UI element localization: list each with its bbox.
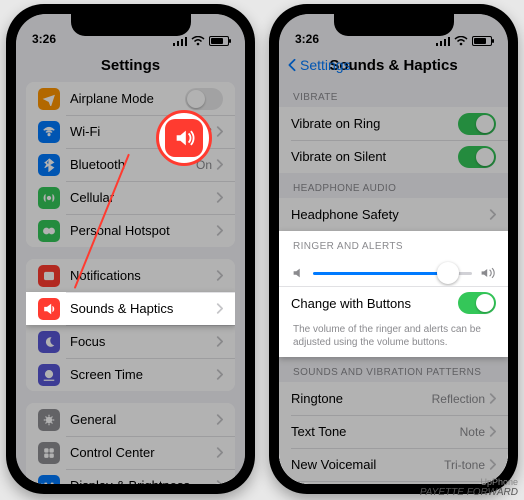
group-general: General Control Center AA Display & Brig… [26,403,235,484]
clock: 3:26 [295,32,319,46]
focus-icon [38,331,60,353]
group-network: Airplane Mode Wi-Fi 778 Bluetooth On [26,82,235,247]
group-headphone: Headphone Safety [279,198,508,231]
phone-right: 3:26 Settings Sounds & Haptics VIBRATE [269,4,518,494]
row-headphone-safety[interactable]: Headphone Safety [279,198,508,231]
chevron-left-icon [287,58,297,72]
row-general[interactable]: General [26,403,235,436]
display-icon: AA [38,475,60,485]
footer-ringer: The volume of the ringer and alerts can … [279,319,508,357]
row-text-tone[interactable]: Text Tone Note [279,415,508,448]
nav-title-left: Settings [16,48,245,82]
group-patterns: Ringtone Reflection Text Tone Note New V… [279,382,508,484]
gear-icon [38,409,60,431]
row-vibrate-on-ring[interactable]: Vibrate on Ring [279,107,508,140]
vibrate-silent-toggle[interactable] [458,146,496,168]
row-change-with-buttons[interactable]: Change with Buttons [279,286,508,319]
cell-signal-icon [173,36,187,46]
header-patterns: SOUNDS AND VIBRATION PATTERNS [279,357,508,382]
wifi-app-icon [38,121,60,143]
row-focus[interactable]: Focus [26,325,235,358]
row-ringtone[interactable]: Ringtone Reflection [279,382,508,415]
header-headphone: HEADPHONE AUDIO [279,173,508,198]
row-airplane-mode[interactable]: Airplane Mode [26,82,235,115]
header-vibrate: VIBRATE [279,82,508,107]
back-button[interactable]: Settings [287,48,351,82]
phone-left: 3:26 Settings Airplane Mode [6,4,255,494]
status-indicators [173,36,229,46]
sounds-haptics-list: VIBRATE Vibrate on Ring Vibrate on Silen… [279,82,508,484]
speaker-callout-icon [165,119,203,157]
page-title: Settings [101,57,160,74]
chevron-right-icon [216,336,223,347]
cellular-icon [38,187,60,209]
screen-right: 3:26 Settings Sounds & Haptics VIBRATE [279,14,508,484]
row-notifications[interactable]: Notifications [26,259,235,292]
chevron-right-icon [216,126,223,137]
chevron-right-icon [216,447,223,458]
nav-title-right: Settings Sounds & Haptics [279,48,508,82]
callout-badge [156,110,212,166]
slider-thumb[interactable] [437,262,459,284]
chevron-right-icon [489,459,496,470]
notch [71,14,191,36]
row-vibrate-on-silent[interactable]: Vibrate on Silent [279,140,508,173]
ringer-highlight-block: RINGER AND ALERTS Change with Buttons Th… [279,231,508,357]
ringer-volume-slider[interactable] [313,272,472,275]
chevron-right-icon [489,393,496,404]
wifi-icon [191,36,205,46]
row-control-center[interactable]: Control Center [26,436,235,469]
battery-icon [472,36,492,46]
row-new-voicemail[interactable]: New Voicemail Tri-tone [279,448,508,481]
change-with-buttons-toggle[interactable] [458,292,496,314]
volume-high-icon [480,266,496,280]
ringer-volume-slider-row [279,256,508,286]
chevron-right-icon [489,426,496,437]
screen-left: 3:26 Settings Airplane Mode [16,14,245,484]
airplane-toggle[interactable] [185,88,223,110]
clock: 3:26 [32,32,56,46]
bluetooth-icon [38,154,60,176]
volume-low-icon [291,266,305,280]
notifications-icon [38,265,60,287]
wifi-icon [454,36,468,46]
row-sounds-haptics[interactable]: Sounds & Haptics [26,292,235,325]
chevron-right-icon [489,209,496,220]
group-vibrate: Vibrate on Ring Vibrate on Silent [279,107,508,173]
chevron-right-icon [216,225,223,236]
svg-text:AA: AA [43,481,56,484]
hotspot-icon [38,220,60,242]
chevron-right-icon [216,270,223,281]
control-center-icon [38,442,60,464]
watermark: UpPhone PAYETTE FORWARD [420,478,518,498]
screen-time-icon [38,364,60,386]
row-display-brightness[interactable]: AA Display & Brightness [26,469,235,484]
row-screen-time[interactable]: Screen Time [26,358,235,391]
header-ringer: RINGER AND ALERTS [279,231,508,256]
chevron-right-icon [216,414,223,425]
chevron-right-icon [216,480,223,484]
row-hotspot[interactable]: Personal Hotspot [26,214,235,247]
row-cellular[interactable]: Cellular [26,181,235,214]
group-alerts: Notifications Sounds & Haptics Focus [26,259,235,391]
chevron-right-icon [216,303,223,314]
notch [334,14,454,36]
chevron-right-icon [216,369,223,380]
vibrate-ring-toggle[interactable] [458,113,496,135]
battery-icon [209,36,229,46]
sounds-icon [38,298,60,320]
airplane-icon [38,88,60,110]
chevron-right-icon [216,192,223,203]
status-indicators [436,36,492,46]
cell-signal-icon [436,36,450,46]
chevron-right-icon [216,159,223,170]
